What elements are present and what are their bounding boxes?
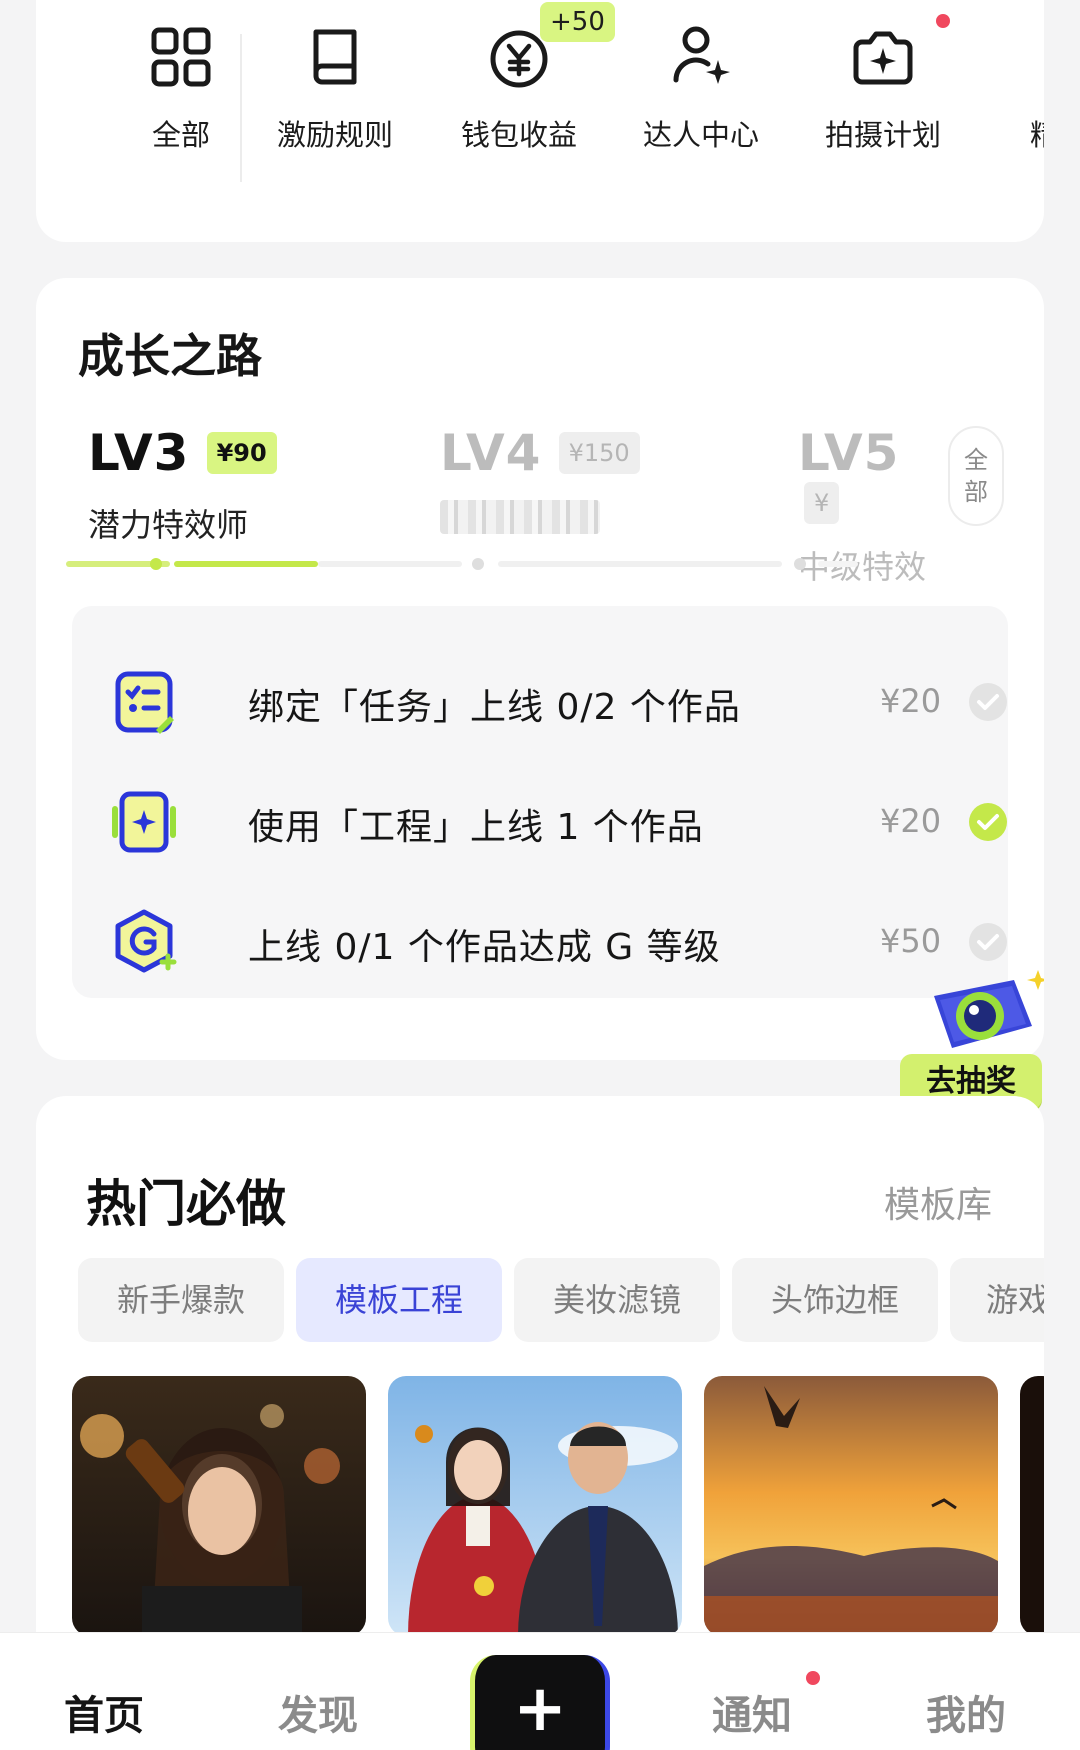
level-subtitle: 潜力特效师 (88, 506, 249, 544)
quick-link-featured[interactable]: 精选 (990, 0, 1044, 210)
tab-beauty-filter[interactable]: 美妆滤镜 (514, 1258, 720, 1342)
camera-gift-icon (914, 966, 1049, 1066)
template-library-link[interactable]: 模板库 (884, 1176, 992, 1228)
category-tabs: 新手爆款 模板工程 美妆滤镜 头饰边框 游戏 (78, 1258, 1044, 1342)
progress-segment-filled (174, 561, 318, 567)
notification-dot (936, 14, 950, 28)
progress-segment (818, 561, 858, 567)
quick-link-label: 激励规则 (276, 118, 393, 152)
level-reward-badge: ¥150 (558, 432, 640, 474)
create-button[interactable]: + (470, 1655, 610, 1750)
nav-discover[interactable]: 发现 (278, 1683, 358, 1741)
tab-game[interactable]: 游戏 (950, 1258, 1044, 1342)
progress-node (472, 558, 484, 570)
quick-link-label: 精选 (1030, 112, 1044, 154)
level-name: LV3 (88, 424, 190, 482)
progress-node-current (150, 558, 162, 570)
camera-sparkle-icon (846, 20, 920, 94)
progress-segment (318, 561, 462, 567)
task-row-grade-g[interactable]: 上线 0/1 个作品达成 G 等级 ¥50 (72, 892, 1008, 992)
plus-icon: + (513, 1672, 567, 1747)
progress-node (794, 558, 806, 570)
check-circle-icon (968, 922, 1008, 962)
task-text: 绑定「任务」上线 0/2 个作品 (248, 687, 741, 728)
level-name: LV5 (798, 424, 900, 482)
quick-link-shooting-plan[interactable]: 拍摄计划 (808, 0, 958, 210)
all-levels-char: 全 (964, 446, 988, 474)
nav-home[interactable]: 首页 (64, 1683, 144, 1741)
user-star-icon (664, 20, 738, 94)
tab-template-project[interactable]: 模板工程 (296, 1258, 502, 1342)
level-lv3[interactable]: LV3 ¥90 潜力特效师 (88, 424, 277, 546)
tab-newbie-hits[interactable]: 新手爆款 (78, 1258, 284, 1342)
task-list-icon (108, 666, 180, 738)
quick-links-card: 全部 激励规则 +50 钱包收益 达人中心 拍摄计划 (36, 0, 1044, 242)
task-reward: ¥50 (880, 922, 942, 960)
progress-segment (498, 561, 782, 567)
template-thumbnails (72, 1376, 1044, 1636)
task-row-use-project[interactable]: 使用「工程」上线 1 个作品 ¥20 (72, 772, 1008, 872)
check-circle-icon (968, 802, 1008, 842)
level-name: LV4 (440, 424, 542, 482)
task-text: 上线 0/1 个作品达成 G 等级 (248, 927, 721, 968)
task-list: 绑定「任务」上线 0/2 个作品 ¥20 使用「工程」上线 1 个作品 ¥20 … (72, 606, 1008, 998)
lottery-widget[interactable]: 去抽奖 (900, 966, 1050, 1112)
growth-path-card: 成长之路 LV3 ¥90 潜力特效师 LV4 ¥150 LV5 ¥ 中级特效 全… (36, 278, 1044, 1060)
task-reward: ¥20 (880, 682, 942, 720)
all-levels-char: 部 (964, 478, 988, 506)
thumbnail-couple-portrait[interactable] (388, 1376, 682, 1636)
quick-link-label: 拍摄计划 (824, 118, 941, 152)
quick-link-all[interactable]: 全部 (106, 0, 256, 210)
notification-dot (806, 1671, 820, 1685)
divider (240, 34, 242, 182)
nav-me[interactable]: 我的 (926, 1683, 1006, 1741)
quick-link-label: 达人中心 (642, 118, 759, 152)
growth-title: 成长之路 (78, 329, 262, 383)
level-reward-badge: ¥ (804, 482, 840, 524)
wallet-badge: +50 (540, 2, 615, 42)
grade-g-icon (108, 906, 180, 978)
check-circle-icon (968, 682, 1008, 722)
bottom-navigation: 首页 发现 + 通知 我的 (0, 1632, 1080, 1750)
thumbnail-night-street[interactable] (72, 1376, 366, 1636)
tab-headwear-frame[interactable]: 头饰边框 (732, 1258, 938, 1342)
level-lv4[interactable]: LV4 ¥150 (440, 424, 640, 542)
level-reward-badge: ¥90 (206, 432, 277, 474)
thumbnail-partial[interactable] (1020, 1376, 1044, 1636)
grid-icon (144, 20, 218, 94)
quick-link-label: 钱包收益 (460, 118, 577, 152)
all-levels-button[interactable]: 全 部 (948, 426, 1004, 526)
thumbnail-sunset-seagull[interactable] (704, 1376, 998, 1636)
project-plus-icon (108, 786, 180, 858)
quick-link-wallet[interactable]: +50 钱包收益 (444, 0, 615, 210)
nav-notifications[interactable]: 通知 (712, 1683, 792, 1741)
quick-links-row: 全部 激励规则 +50 钱包收益 达人中心 拍摄计划 (36, 0, 1044, 242)
section-title: 热门必做 (86, 1175, 286, 1233)
level-subtitle-obscured (440, 500, 640, 542)
task-reward: ¥20 (880, 802, 942, 840)
blurred-text (440, 500, 600, 534)
quick-link-creator-center[interactable]: 达人中心 (626, 0, 776, 210)
task-row-bind-task[interactable]: 绑定「任务」上线 0/2 个作品 ¥20 (72, 652, 1008, 752)
book-icon (298, 20, 372, 94)
task-text: 使用「工程」上线 1 个作品 (248, 807, 704, 848)
quick-link-rules[interactable]: 激励规则 (260, 0, 410, 210)
